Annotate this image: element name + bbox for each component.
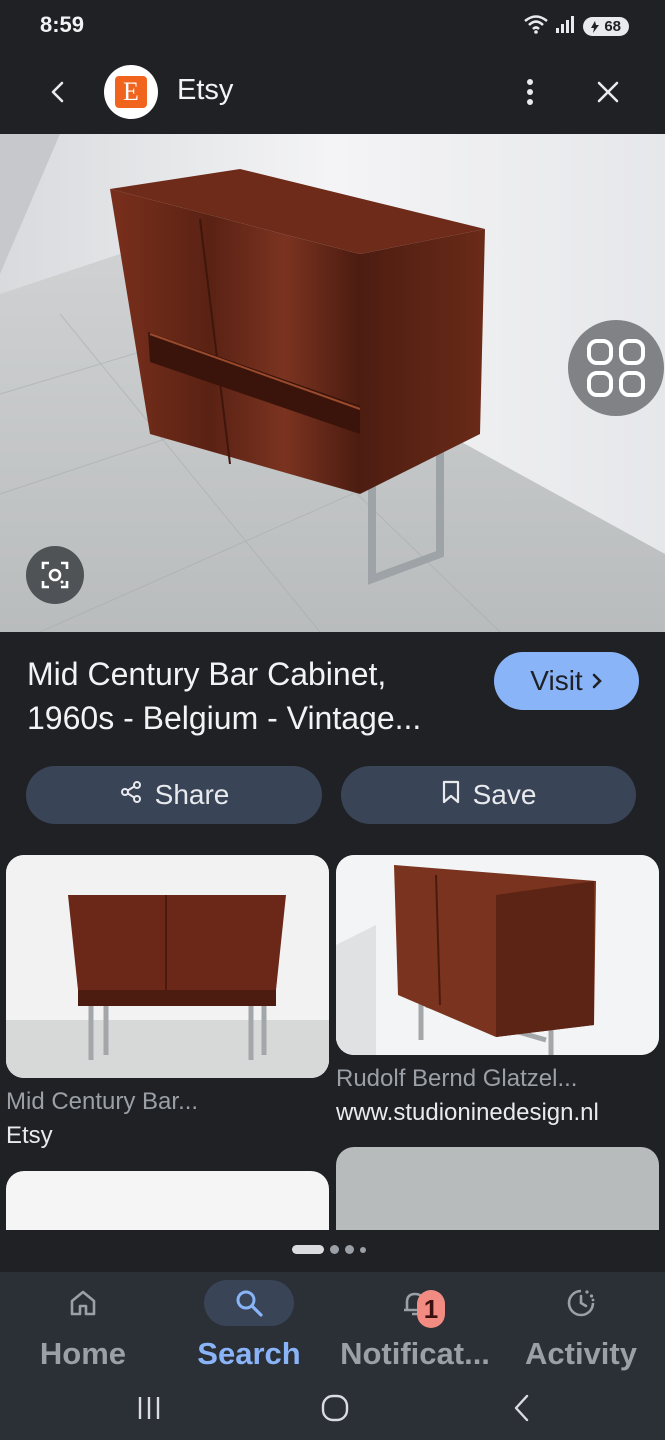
bookmark-icon [441,779,461,811]
lens-icon [40,560,70,590]
home-circle-icon [321,1394,349,1427]
related-image [336,1147,659,1230]
site-name[interactable]: Etsy [177,74,233,107]
signal-icon [555,14,577,39]
related-card[interactable]: Rudolf Bernd Glatzel... www.studioninede… [336,855,659,1127]
page-indicator [292,1245,366,1254]
back-arrow-icon [48,80,68,109]
system-back-icon [512,1394,532,1427]
status-icons: 68 [523,14,629,39]
nav-activity[interactable]: Activity [498,1272,664,1384]
related-source: www.studioninedesign.nl [336,1099,599,1126]
page-dot [292,1245,324,1254]
nav-search-label: Search [197,1336,301,1371]
related-title: Rudolf Bernd Glatzel... [336,1065,578,1092]
chevron-right-icon [591,665,603,697]
nav-activity-label: Activity [525,1336,637,1371]
search-icon [204,1280,294,1326]
related-title: Mid Century Bar... [6,1088,199,1115]
bell-icon: 1 [370,1280,460,1328]
app-bar: E Etsy [0,56,665,134]
wifi-icon [523,14,549,39]
related-image [336,855,659,1055]
nav-home[interactable]: Home [0,1272,166,1384]
share-label: Share [154,779,230,810]
notification-badge: 1 [417,1290,445,1328]
more-vert-icon [526,78,534,111]
related-results: Mid Century Bar... Etsy Rudolf Bernd Gla… [0,855,665,1230]
status-bar: 8:59 68 [0,0,665,56]
lens-button[interactable] [26,546,84,604]
result-title: Mid Century Bar Cabinet, 1960s - Belgium… [27,656,422,736]
nav-search[interactable]: Search [166,1272,332,1384]
back-button[interactable] [38,74,78,114]
related-image [6,855,329,1078]
site-logo[interactable]: E [104,65,158,119]
page-dot [360,1246,366,1253]
share-button[interactable]: Share [26,766,322,824]
recents-button[interactable] [124,1390,174,1430]
grid-view-button[interactable] [568,320,664,416]
battery-level: 68 [604,18,621,35]
more-options-button[interactable] [512,74,548,114]
grid-icon [585,337,647,399]
nav-notifications-label: Notificat... [340,1336,490,1371]
home-icon [38,1280,128,1326]
related-card[interactable] [336,1147,659,1230]
home-system-button[interactable] [310,1390,360,1430]
etsy-logo: E [115,76,147,108]
system-nav-bar [0,1384,665,1440]
system-back-button[interactable] [497,1390,547,1430]
related-image [6,1171,329,1230]
visit-button[interactable]: Visit [494,652,639,710]
page-dot [345,1245,354,1254]
related-source: Etsy [6,1122,53,1149]
battery-icon: 68 [583,17,629,36]
status-time: 8:59 [40,12,85,37]
visit-label: Visit [530,665,583,696]
cabinet-photo [0,134,665,632]
close-icon [596,80,620,109]
save-button[interactable]: Save [341,766,636,824]
recents-icon [136,1395,162,1426]
nav-home-label: Home [39,1336,127,1371]
hero-image[interactable] [0,134,665,632]
page-dot [330,1245,339,1254]
save-label: Save [472,779,537,810]
share-icon [119,779,143,811]
activity-icon [536,1280,626,1326]
related-card[interactable]: Mid Century Bar... Etsy [6,855,329,1150]
related-card[interactable] [6,1171,329,1230]
close-button[interactable] [588,74,628,114]
nav-notifications[interactable]: 1 Notificat... [332,1272,498,1384]
bottom-nav: Home Search 1 Notificat... Activity [0,1272,665,1384]
